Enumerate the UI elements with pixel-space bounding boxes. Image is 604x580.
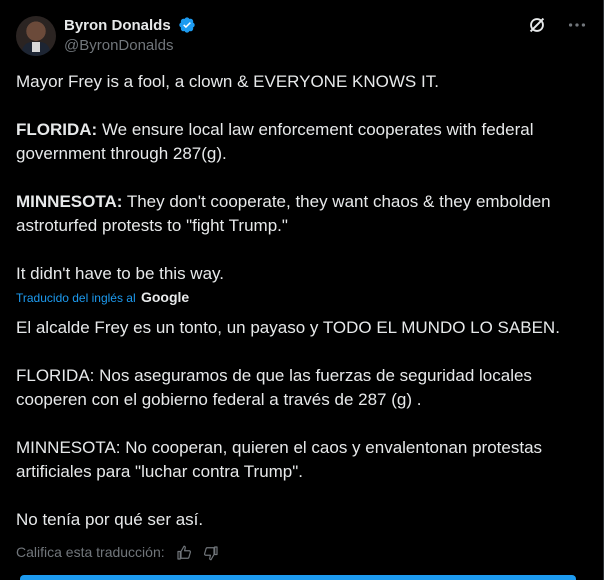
post-florida-paragraph: FLORIDA: We ensure local law enforcement… [16, 118, 576, 166]
header-actions [512, 14, 588, 38]
translated-line1: El alcalde Frey es un tonto, un payaso y… [16, 318, 560, 337]
avatar[interactable] [16, 16, 56, 56]
rate-label: Califica esta traducción: [16, 544, 165, 560]
translation-label[interactable]: Traducido del inglés al [16, 291, 136, 305]
post-card: Byron Donalds @ByronDonalds Mayor Frey i… [0, 0, 604, 580]
post-closing: It didn't have to be this way. [16, 264, 224, 283]
verified-badge-icon[interactable] [178, 16, 196, 34]
grok-icon[interactable] [526, 14, 548, 36]
minnesota-label: MINNESOTA: [16, 192, 123, 211]
author-handle[interactable]: @ByronDonalds [64, 37, 196, 54]
author-display-name[interactable]: Byron Donalds [64, 17, 171, 34]
more-icon[interactable] [566, 14, 588, 36]
rate-translation: Califica esta traducción: [16, 544, 220, 562]
post-text: Mayor Frey is a fool, a clown & EVERYONE… [16, 70, 576, 286]
thumbs-down-icon[interactable] [202, 544, 220, 562]
translated-minnesota: MINNESOTA: No cooperan, quieren el caos … [16, 438, 543, 481]
translated-text: El alcalde Frey es un tonto, un payaso y… [16, 316, 576, 532]
post-line1: Mayor Frey is a fool, a clown & EVERYONE… [16, 72, 439, 91]
google-logo: Google [140, 289, 190, 305]
translated-closing: No tenía por qué ser así. [16, 510, 204, 529]
post-header: Byron Donalds @ByronDonalds [16, 14, 588, 58]
author-names: Byron Donalds @ByronDonalds [64, 16, 196, 54]
thumbs-up-icon[interactable] [175, 544, 193, 562]
avatar-collar [32, 42, 40, 52]
post-minnesota-paragraph: MINNESOTA: They don't cooperate, they wa… [16, 190, 576, 238]
translation-attribution[interactable]: Traducido del inglés al Google [16, 289, 189, 307]
florida-label: FLORIDA: [16, 120, 98, 139]
media-preview-edge [20, 575, 576, 580]
translated-florida: FLORIDA: Nos aseguramos de que las fuerz… [16, 366, 532, 409]
